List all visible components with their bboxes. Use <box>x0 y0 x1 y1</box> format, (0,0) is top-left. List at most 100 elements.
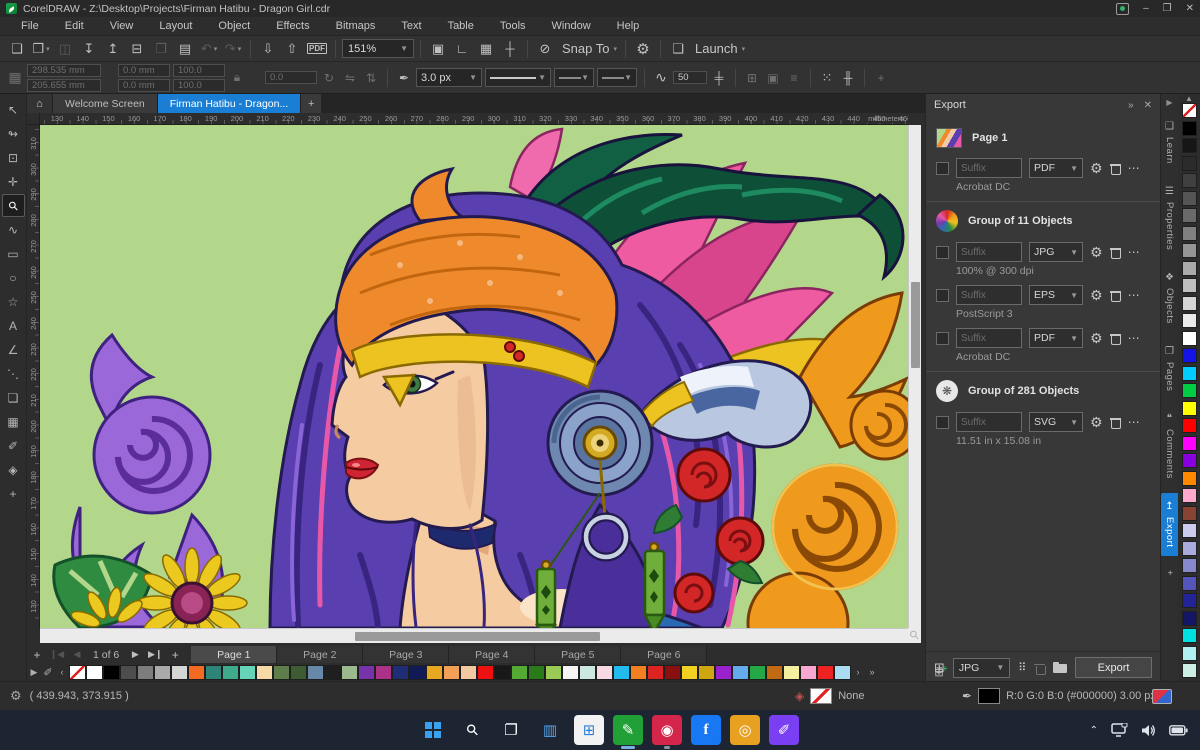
menu-layout[interactable]: Layout <box>146 18 205 34</box>
color-swatch[interactable] <box>1181 610 1197 626</box>
export-item-checkbox[interactable] <box>936 245 949 259</box>
page-tab-5[interactable]: Page 5 <box>535 646 622 663</box>
color-swatch[interactable] <box>817 664 834 680</box>
horizontal-scrollbar-thumb[interactable] <box>355 632 600 641</box>
lock-ratio-icon[interactable]: 🔒︎ <box>228 70 246 85</box>
arrow-end-select[interactable]: ▼ <box>597 68 637 87</box>
color-swatch[interactable] <box>732 664 749 680</box>
color-swatch[interactable] <box>1181 313 1197 328</box>
publish-pdf-button[interactable]: PDF <box>305 39 329 59</box>
page-tab-3[interactable]: Page 3 <box>363 646 450 663</box>
color-swatch[interactable] <box>1181 453 1197 468</box>
color-swatch[interactable] <box>1181 330 1197 346</box>
suffix-input[interactable] <box>956 328 1022 348</box>
taskbar-microsoft-store-icon[interactable]: ⊞ <box>574 715 604 745</box>
document-tab-2[interactable]: Firman Hatibu - Dragon... <box>157 94 302 113</box>
outline-status-pen-icon[interactable]: ✒ <box>962 689 972 703</box>
color-swatch[interactable] <box>222 664 239 680</box>
speaker-icon[interactable] <box>1141 724 1156 737</box>
color-swatch[interactable] <box>1181 348 1197 363</box>
minimize-button[interactable]: – <box>1143 3 1149 14</box>
color-swatch[interactable] <box>1181 663 1197 678</box>
color-swatch[interactable] <box>1181 243 1197 258</box>
color-swatch[interactable] <box>1181 418 1197 433</box>
settings-gear-icon[interactable]: ⚙ <box>1090 330 1103 347</box>
taskbar-corel-suite-icon[interactable]: ◎ <box>730 715 760 745</box>
taskbar-coreldraw-icon[interactable]: ✎ <box>613 715 643 749</box>
horizontal-ruler[interactable]: millimeters 130 140 150 160 170 180 190 200 210 2… <box>40 113 908 125</box>
export-item-checkbox[interactable] <box>936 161 949 175</box>
delete-item-icon[interactable] <box>1109 162 1122 175</box>
last-page-button[interactable]: ▶❙ <box>145 646 165 663</box>
color-swatch[interactable] <box>1181 190 1197 206</box>
color-swatch[interactable] <box>341 664 358 680</box>
suffix-input[interactable] <box>956 242 1022 262</box>
launch-dropdown[interactable]: Launch <box>691 39 747 59</box>
color-swatch[interactable] <box>494 664 511 680</box>
color-swatch[interactable] <box>477 664 494 680</box>
color-swatch[interactable] <box>188 664 205 680</box>
color-swatch[interactable] <box>800 664 817 680</box>
sliders-icon[interactable]: ╫ <box>839 71 857 85</box>
color-swatch[interactable] <box>749 664 766 680</box>
menu-window[interactable]: Window <box>539 18 604 34</box>
page-tab-4[interactable]: Page 4 <box>449 646 536 663</box>
color-swatch[interactable] <box>358 664 375 680</box>
color-swatch[interactable] <box>1181 260 1197 276</box>
palette-expand-icon[interactable]: » <box>865 667 879 677</box>
taskbar-capture-icon[interactable]: ✐ <box>769 715 799 745</box>
launch-icon[interactable]: ❏ <box>667 39 689 59</box>
zoom-tool[interactable]: ⚲ <box>1 194 25 217</box>
color-swatch[interactable] <box>154 664 171 680</box>
more-options-icon[interactable]: ⋯ <box>1128 331 1140 345</box>
color-swatch[interactable] <box>1181 138 1197 153</box>
more-tools[interactable]: + <box>2 482 25 505</box>
color-swatch[interactable] <box>1181 575 1197 591</box>
palette-scroll-left-icon[interactable]: ‹ <box>55 667 69 677</box>
color-swatch[interactable] <box>1181 488 1197 503</box>
color-swatch[interactable] <box>630 664 647 680</box>
add-page-after-button[interactable]: + <box>165 646 185 663</box>
docker-tab-pages[interactable]: ❐ Pages <box>1161 338 1179 399</box>
outline-width-select[interactable]: 3.0 px ▼ <box>416 68 482 87</box>
docker-tab-add[interactable]: + <box>1161 562 1179 584</box>
delete-item-icon[interactable] <box>1109 246 1122 259</box>
add-property-icon[interactable]: + <box>872 71 890 85</box>
color-swatch[interactable] <box>1181 540 1197 556</box>
color-swatch[interactable] <box>86 664 103 680</box>
paste-button[interactable]: ▤ <box>174 39 196 59</box>
export-item-checkbox[interactable] <box>936 331 949 345</box>
rotation-angle-field[interactable]: 0.0 <box>265 71 317 84</box>
scale-y-field[interactable]: 100.0 <box>173 78 225 92</box>
grid-toggle-button[interactable]: ▦ <box>475 39 497 59</box>
home-tab[interactable]: ⌂ <box>27 94 53 113</box>
docker-collapse-icon[interactable]: » <box>1128 100 1134 111</box>
menu-text[interactable]: Text <box>388 18 434 34</box>
color-swatch[interactable] <box>239 664 256 680</box>
color-swatch[interactable] <box>1181 435 1197 451</box>
vertical-scrollbar-thumb[interactable] <box>911 282 920 368</box>
settings-gear-icon[interactable]: ⚙ <box>1090 287 1103 304</box>
docker-close-icon[interactable]: ✕ <box>1144 100 1152 111</box>
dotted-grid-icon[interactable]: ⁙ <box>818 70 836 86</box>
taskbar-photo-paint-icon[interactable]: ◉ <box>652 715 682 749</box>
pick-tool[interactable]: ↖ <box>2 98 25 121</box>
color-swatch[interactable] <box>1181 383 1197 398</box>
taskbar-facebook-icon[interactable]: f <box>691 715 721 745</box>
palette-eyedropper-icon[interactable]: ✐ <box>41 666 55 679</box>
settings-gear-icon[interactable]: ⚙ <box>1090 414 1103 431</box>
object-height-field[interactable]: 0.0 mm <box>118 78 170 92</box>
interactive-fill-tool[interactable]: ◈ <box>2 458 25 481</box>
color-swatch[interactable] <box>103 664 120 680</box>
color-swatch[interactable] <box>1181 295 1197 311</box>
color-swatch[interactable] <box>1181 120 1197 136</box>
scale-x-field[interactable]: 100.0 <box>173 63 225 77</box>
color-swatch[interactable] <box>426 664 443 680</box>
fill-status-icon[interactable]: ◈ <box>795 689 804 703</box>
color-swatch[interactable] <box>1181 225 1197 241</box>
delete-item-icon[interactable] <box>1109 332 1122 345</box>
menu-file[interactable]: File <box>8 18 52 34</box>
menu-effects[interactable]: Effects <box>263 18 322 34</box>
color-swatch[interactable] <box>698 664 715 680</box>
palette-add-icon[interactable]: ⊞ <box>929 663 949 681</box>
